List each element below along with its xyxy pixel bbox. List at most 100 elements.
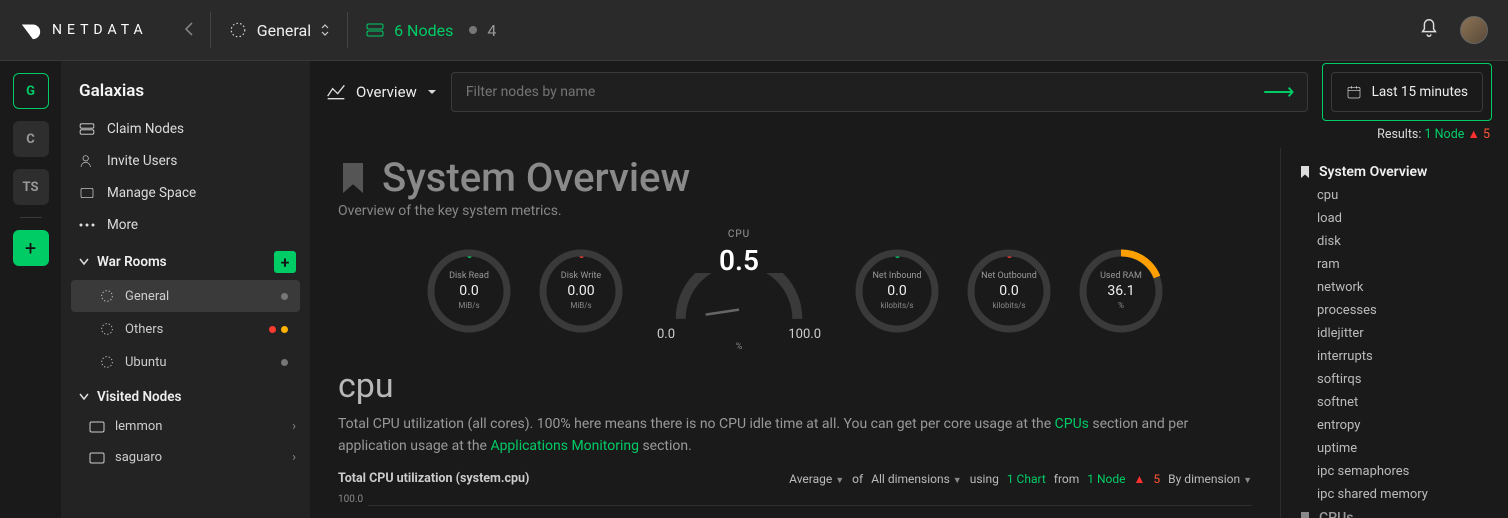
sidebar-room-ubuntu[interactable]: Ubuntu [71,346,300,378]
sidebar-item-label: Invite Users [107,153,177,169]
timerange-picker[interactable]: Last 15 minutes [1331,72,1483,112]
status-dot-icon [281,326,288,333]
gauge-cpu[interactable]: CPU 0.5 0.0 100.0 % [649,229,829,352]
gauge-net-inbound[interactable]: Net Inbound 0.0 kilobits/s [853,247,941,335]
sidebar: Galaxias Claim Nodes Invite Users Manage… [61,61,310,518]
results-label: Results: [1377,127,1421,142]
gauge-disk-write[interactable]: Disk Write 0.00 MiB/s [537,247,625,335]
toolbar: Overview ⟶ Last 15 minutes [310,61,1508,123]
opt-aggregation[interactable]: Average ▼ [789,472,844,486]
room-icon [229,21,247,39]
chevron-down-icon [427,88,437,96]
rail-separator [20,217,42,218]
view-selector[interactable]: Overview [326,83,437,101]
warrooms-header[interactable]: War Rooms + [61,241,310,279]
search-input[interactable] [466,84,1263,100]
sidebar-room-others[interactable]: Others [71,313,300,345]
sidebar-invite-users[interactable]: Invite Users [61,145,310,177]
link-app-monitoring[interactable]: Applications Monitoring [490,438,639,454]
rn-item[interactable]: entropy [1299,414,1490,437]
room-selector-label: General [257,21,311,40]
filter-nodes-input[interactable]: ⟶ [451,72,1308,112]
chart-options: Average ▼ of All dimensions ▼ using 1 Ch… [789,472,1252,486]
nodes-counter[interactable]: 6 Nodes 4 [348,21,514,40]
visited-label: Visited Nodes [97,389,181,405]
rn-item[interactable]: ram [1299,253,1490,276]
nodes-count-label: 6 Nodes [394,21,453,40]
collapse-sidebar-icon[interactable] [168,21,210,40]
status-dot-icon [269,326,276,333]
opt-group[interactable]: By dimension ▼ [1168,472,1252,486]
content-scroll[interactable]: System Overview Overview of the key syst… [310,148,1280,518]
page-subtitle: Overview of the key system metrics. [338,203,1252,219]
rn-item[interactable]: softirqs [1299,368,1490,391]
rn-system-overview[interactable]: System Overview [1299,160,1490,184]
chevron-down-icon [79,258,89,266]
rn-item[interactable]: ipc semaphores [1299,460,1490,483]
rn-item[interactable]: interrupts [1299,345,1490,368]
space-icon [79,185,95,201]
rn-item[interactable]: softnet [1299,391,1490,414]
chart-title: Total CPU utilization (system.cpu) [338,471,529,486]
timerange-highlight: Last 15 minutes [1322,63,1492,121]
results-bar: Results: 1 Node ▲ 5 [310,123,1508,148]
gauge-disk-read[interactable]: Disk Read 0.0 MiB/s [425,247,513,335]
room-selector[interactable]: General [211,21,347,40]
offline-count: 4 [487,21,496,40]
status-dot-icon [469,26,477,34]
link-cpus[interactable]: CPUs [1055,416,1089,432]
space-button[interactable]: TS [13,169,49,205]
rn-cpus[interactable]: CPUs [1299,506,1490,518]
chart-icon [326,83,346,101]
notifications-icon[interactable] [1418,17,1440,43]
y-tick: 100.0 [338,494,1252,505]
alert-icon: ▲ [1467,127,1482,142]
space-button[interactable]: C [13,121,49,157]
calendar-icon [1346,84,1362,100]
gauge-net-outbound[interactable]: Net Outbound 0.0 kilobits/s [965,247,1053,335]
sidebar-claim-nodes[interactable]: Claim Nodes [61,113,310,145]
rn-item[interactable]: disk [1299,230,1490,253]
section-description: Total CPU utilization (all cores). 100% … [338,414,1252,457]
gauge-used-ram[interactable]: Used RAM 36.1 % [1077,247,1165,335]
results-nodes[interactable]: 1 Node [1425,127,1465,142]
visited-node[interactable]: lemmon › [61,411,310,442]
logo[interactable]: NETDATA [0,19,168,41]
rn-item[interactable]: network [1299,276,1490,299]
space-button-active[interactable]: G [13,73,49,109]
opt-dimensions[interactable]: All dimensions ▼ [871,472,962,486]
more-icon [79,217,95,233]
rn-item[interactable]: idlejitter [1299,322,1490,345]
bookmark-icon [1299,165,1311,179]
rn-item[interactable]: uptime [1299,437,1490,460]
node-icon [89,421,105,433]
gauge-label: CPU [649,229,829,240]
view-label: Overview [356,83,417,101]
add-warroom-button[interactable]: + [274,251,296,273]
opt-alerts[interactable]: 5 [1153,472,1160,486]
add-space-button[interactable]: + [13,230,49,266]
rn-item[interactable]: processes [1299,299,1490,322]
opt-nodes[interactable]: 1 Node [1087,472,1125,486]
sidebar-room-general[interactable]: General [71,280,300,312]
status-dot-icon [281,359,288,366]
rn-item[interactable]: ipc shared memory [1299,483,1490,506]
rn-item[interactable]: load [1299,207,1490,230]
visited-header[interactable]: Visited Nodes [61,379,310,411]
opt-charts[interactable]: 1 Chart [1007,472,1046,486]
node-label: saguaro [115,450,162,465]
main: Overview ⟶ Last 15 minutes Results: 1 No… [310,61,1508,518]
room-label: Others [125,322,163,337]
chevron-right-icon: › [292,419,296,434]
alert-icon: ▲ [1134,472,1146,486]
gauges-row: Disk Read 0.0 MiB/s Disk Write 0.00 MiB/… [338,229,1252,352]
results-alerts[interactable]: 5 [1483,127,1490,142]
updown-icon [321,23,329,37]
room-icon [99,354,115,370]
room-label: Ubuntu [125,355,167,370]
sidebar-more[interactable]: More [61,209,310,241]
sidebar-manage-space[interactable]: Manage Space [61,177,310,209]
avatar[interactable] [1460,16,1488,44]
rn-item[interactable]: cpu [1299,184,1490,207]
visited-node[interactable]: saguaro › [61,442,310,473]
